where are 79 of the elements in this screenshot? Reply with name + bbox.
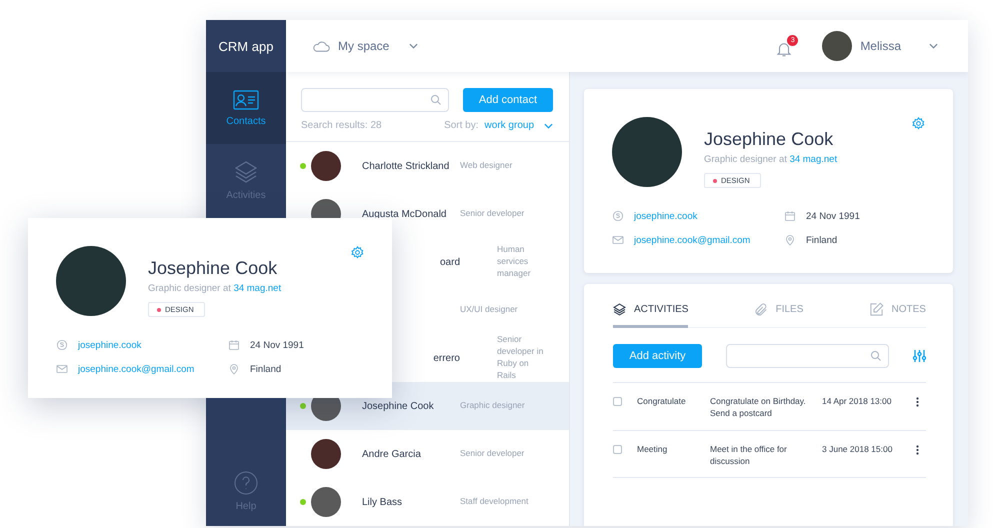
location-pin-icon <box>228 363 240 375</box>
more-icon[interactable] <box>916 444 919 455</box>
sort-label: Sort by: <box>444 120 479 131</box>
settings-icon[interactable] <box>912 117 925 130</box>
calendar-icon <box>784 210 796 222</box>
activity-search-field[interactable] <box>726 344 889 368</box>
chevron-down-icon <box>544 122 553 128</box>
birthday-text: 24 Nov 1991 <box>806 210 860 222</box>
job-title: Graphic designer at 34 mag.net <box>704 154 838 165</box>
results-count: Search results: 28 <box>301 120 382 131</box>
contact-name: Josephine Cook <box>148 258 278 279</box>
settings-icon[interactable] <box>351 246 364 259</box>
activity-description: Meet in the office for discussion <box>710 442 788 468</box>
tab[interactable]: FILES <box>754 284 804 328</box>
search-icon <box>430 94 442 106</box>
checkbox[interactable] <box>613 397 622 406</box>
filter-sliders-icon[interactable] <box>913 349 926 363</box>
contact-card-icon <box>233 90 259 110</box>
chevron-down-icon <box>929 43 938 49</box>
edit-icon <box>868 302 884 317</box>
more-icon[interactable] <box>916 397 919 407</box>
help-icon <box>234 471 258 495</box>
sort-dropdown[interactable]: work group <box>484 120 534 131</box>
contact-name: Andre Garcia <box>362 448 421 460</box>
contact-name: Charlotte Strickland <box>362 160 450 172</box>
location-text: Finland <box>806 234 838 246</box>
contact-name: oard <box>440 256 460 268</box>
user-avatar <box>822 31 852 61</box>
chevron-down-icon <box>409 43 418 49</box>
job-role: Senior developer <box>460 208 526 220</box>
app-logo: CRM app <box>218 38 274 56</box>
job-role: Senior developer <box>460 448 526 460</box>
activity-type: Meeting <box>637 442 668 456</box>
contact-name: errero <box>433 352 460 364</box>
add-contact-button[interactable]: Add contact <box>462 88 553 112</box>
job-title: Graphic designer at 34 mag.net <box>148 283 282 294</box>
job-role: Senior developer in Ruby on Rails <box>496 334 544 382</box>
search-icon <box>870 350 882 362</box>
cloud-icon <box>312 40 330 52</box>
sidebar-item[interactable]: Contacts <box>206 72 286 144</box>
job-role: UX/UI designer <box>460 304 519 316</box>
company-link[interactable]: 34 mag.net <box>234 283 282 294</box>
mail-icon <box>612 234 624 246</box>
search-field[interactable] <box>301 88 449 112</box>
avatar-photo <box>311 487 341 517</box>
location-text: Finland <box>250 364 282 374</box>
location-pin-icon <box>784 234 796 246</box>
email-text[interactable]: josephine.cook@gmail.com <box>634 234 750 246</box>
calendar-icon <box>228 339 240 351</box>
activity-date: 14 Apr 2018 13:00 <box>822 395 892 408</box>
layers-icon <box>234 160 258 184</box>
skype-icon <box>56 339 68 351</box>
job-role: Graphic designer <box>460 400 526 412</box>
skype-text[interactable]: josephine.cook <box>78 340 142 350</box>
skype-icon <box>612 210 624 222</box>
job-role: Staff development <box>460 496 530 508</box>
user-menu[interactable]: Melissa <box>822 31 938 61</box>
contact-name: Josephine Cook <box>704 129 834 150</box>
activity-description: Congratulate on Birthday. Send a postcard <box>710 395 807 420</box>
workspace-selector[interactable]: My space <box>312 39 418 53</box>
checkbox[interactable] <box>613 444 622 454</box>
activity-date: 3 June 2018 15:00 <box>822 442 894 456</box>
skype-text[interactable]: josephine.cook <box>634 210 698 222</box>
paperclip-icon <box>754 302 768 316</box>
contact-name: Lily Bass <box>362 496 402 508</box>
email-text[interactable]: josephine.cook@gmail.com <box>78 364 194 374</box>
company-link[interactable]: 34 mag.net <box>790 154 838 165</box>
contact-name: Augusta McDonald <box>362 208 446 220</box>
tab[interactable]: NOTES <box>868 284 926 328</box>
activity-type: Congratulate <box>637 395 687 408</box>
job-role: Human services manager <box>496 244 532 280</box>
layers-icon <box>613 303 626 316</box>
add-activity-button[interactable]: Add activity <box>613 344 702 368</box>
mail-icon <box>56 363 68 375</box>
avatar-photo <box>311 439 341 469</box>
contact-name: Josephine Cook <box>362 400 434 412</box>
job-role: Web designer <box>460 160 514 172</box>
tab[interactable]: ACTIVITIES <box>613 284 688 328</box>
avatar-photo <box>311 151 341 181</box>
